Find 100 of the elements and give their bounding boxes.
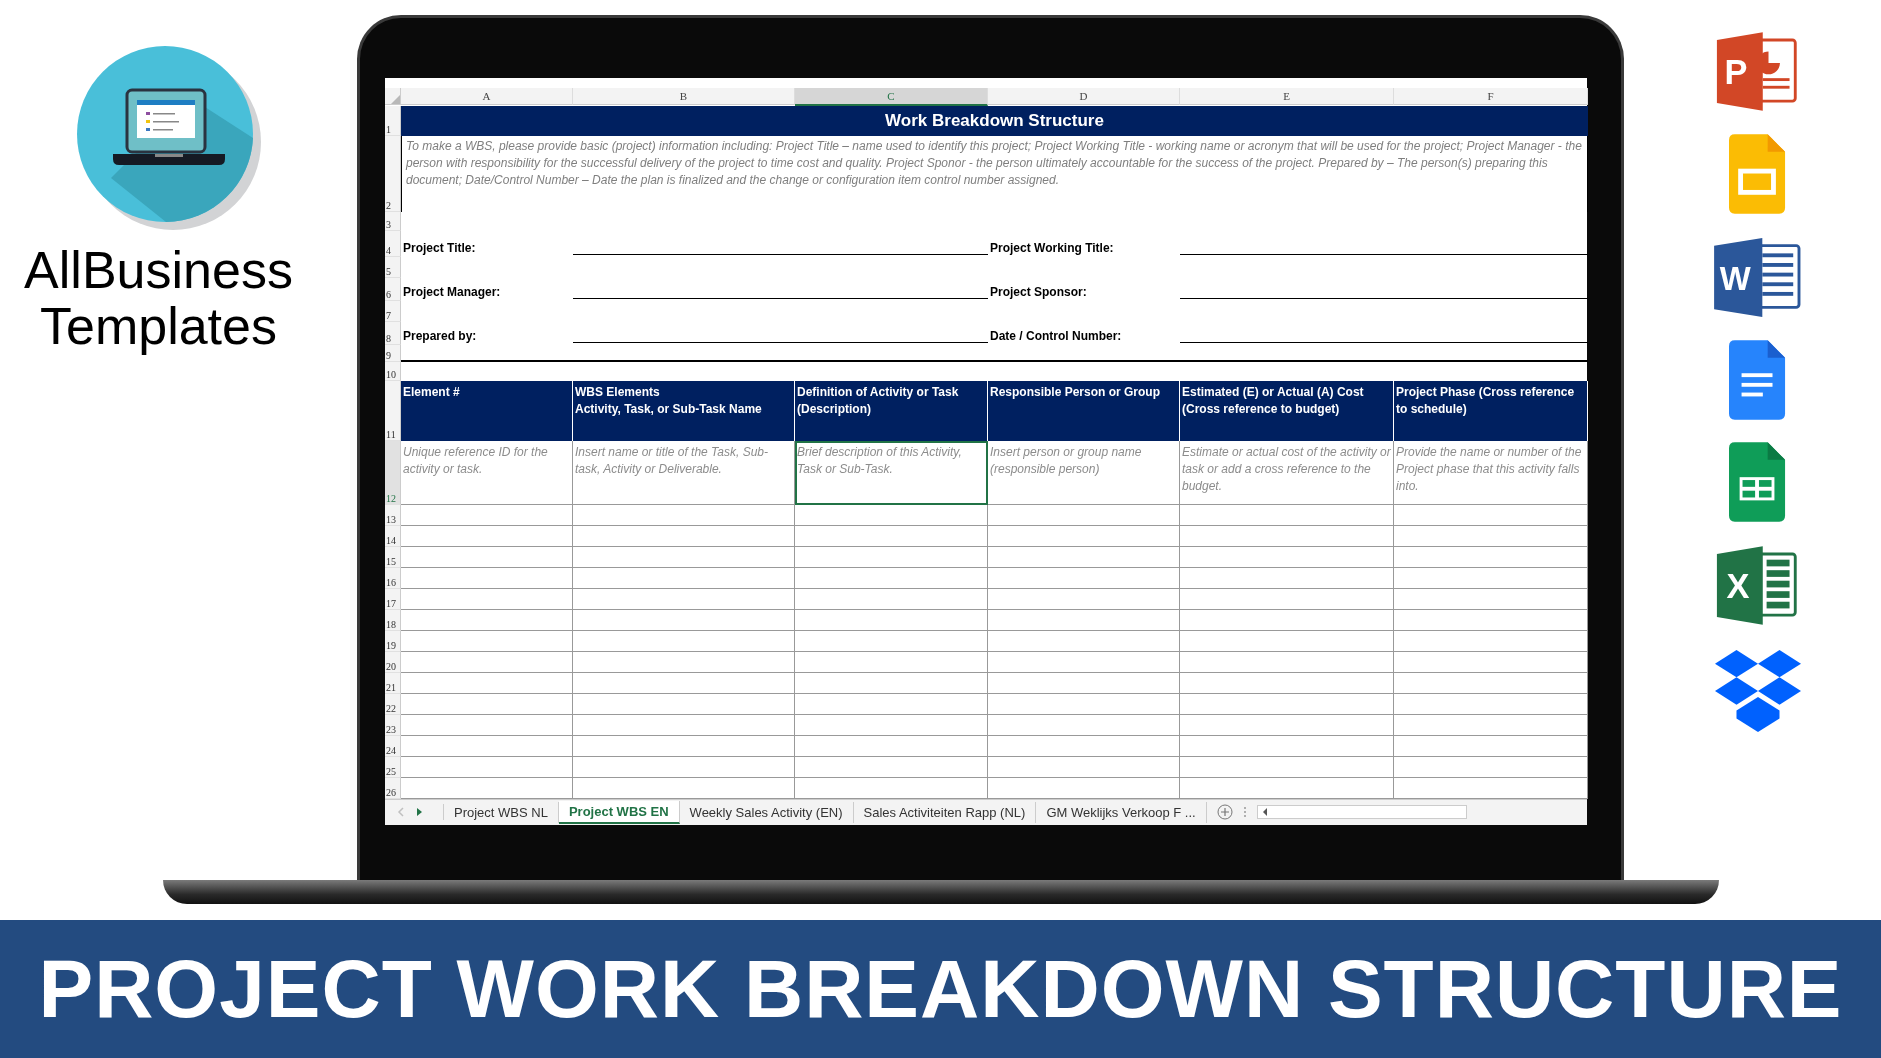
table-cell[interactable]	[401, 673, 573, 694]
table-cell[interactable]	[988, 547, 1180, 568]
table-cell[interactable]	[988, 673, 1180, 694]
sheet-tab[interactable]: Project WBS NL	[444, 801, 559, 823]
table-cell[interactable]	[795, 526, 988, 547]
table-cell[interactable]	[401, 757, 573, 778]
table-cell[interactable]	[573, 757, 795, 778]
previous-sheet-icon[interactable]	[397, 807, 405, 817]
table-cell[interactable]	[1180, 547, 1394, 568]
table-cell[interactable]	[1394, 526, 1588, 547]
column-header[interactable]: C	[795, 88, 988, 106]
table-cell[interactable]	[1180, 589, 1394, 610]
table-cell[interactable]	[988, 505, 1180, 526]
table-cell[interactable]	[401, 589, 573, 610]
table-cell[interactable]	[988, 568, 1180, 589]
table-cell[interactable]	[1180, 736, 1394, 757]
table-cell[interactable]	[401, 505, 573, 526]
table-cell[interactable]	[401, 526, 573, 547]
table-cell[interactable]	[795, 652, 988, 673]
table-cell[interactable]	[1394, 757, 1588, 778]
table-cell[interactable]	[1180, 526, 1394, 547]
table-cell[interactable]	[401, 694, 573, 715]
table-cell[interactable]	[401, 715, 573, 736]
table-cell[interactable]	[573, 652, 795, 673]
table-cell[interactable]	[401, 610, 573, 631]
sheet-tab[interactable]: Sales Activiteiten Rapp (NL)	[853, 801, 1037, 823]
table-cell[interactable]	[1180, 694, 1394, 715]
table-cell[interactable]	[795, 610, 988, 631]
table-cell[interactable]	[988, 526, 1180, 547]
sheet-tab[interactable]: Project WBS EN	[558, 800, 680, 824]
table-cell[interactable]	[1394, 673, 1588, 694]
table-cell[interactable]	[988, 589, 1180, 610]
sheet-tab[interactable]: GM Weklijks Verkoop F ...	[1036, 801, 1207, 823]
table-cell[interactable]	[1394, 736, 1588, 757]
table-cell[interactable]	[1394, 610, 1588, 631]
table-cell[interactable]	[988, 652, 1180, 673]
table-cell[interactable]	[988, 736, 1180, 757]
table-cell[interactable]	[795, 694, 988, 715]
table-cell[interactable]	[573, 526, 795, 547]
table-cell[interactable]	[795, 547, 988, 568]
sheet-tab[interactable]: Weekly Sales Activity (EN)	[679, 801, 854, 823]
table-cell[interactable]: Brief description of this Activity, Task or Sub-Task.	[795, 441, 988, 505]
horizontal-scrollbar[interactable]	[1256, 805, 1467, 819]
table-cell[interactable]	[988, 694, 1180, 715]
table-cell[interactable]	[1394, 631, 1588, 652]
table-cell[interactable]	[795, 673, 988, 694]
table-cell[interactable]	[573, 673, 795, 694]
column-header[interactable]: E	[1180, 88, 1394, 105]
table-cell[interactable]	[795, 568, 988, 589]
table-cell[interactable]	[573, 631, 795, 652]
table-cell[interactable]	[988, 715, 1180, 736]
table-cell[interactable]	[573, 694, 795, 715]
table-cell[interactable]	[795, 589, 988, 610]
table-cell[interactable]	[1394, 652, 1588, 673]
table-cell[interactable]	[1394, 715, 1588, 736]
table-cell[interactable]	[1180, 715, 1394, 736]
table-cell[interactable]	[401, 547, 573, 568]
table-cell[interactable]	[1394, 568, 1588, 589]
table-cell[interactable]	[988, 757, 1180, 778]
table-cell[interactable]	[573, 568, 795, 589]
table-cell[interactable]	[401, 568, 573, 589]
table-cell[interactable]	[573, 736, 795, 757]
table-cell[interactable]	[1180, 505, 1394, 526]
table-cell[interactable]	[1180, 652, 1394, 673]
table-cell[interactable]	[1180, 610, 1394, 631]
table-cell[interactable]	[573, 547, 795, 568]
column-header[interactable]: F	[1394, 88, 1588, 105]
more-options-icon[interactable]	[1242, 806, 1247, 818]
table-cell[interactable]	[988, 631, 1180, 652]
table-cell[interactable]	[795, 505, 988, 526]
column-header[interactable]: A	[401, 88, 573, 105]
table-cell[interactable]	[573, 715, 795, 736]
table-cell[interactable]	[795, 631, 988, 652]
table-cell[interactable]	[1180, 631, 1394, 652]
table-cell[interactable]	[1394, 505, 1588, 526]
table-cell[interactable]	[573, 505, 795, 526]
table-cell[interactable]	[1180, 568, 1394, 589]
table-cell[interactable]: Insert person or group name (responsible person)	[988, 441, 1180, 505]
table-cell[interactable]	[401, 631, 573, 652]
table-cell[interactable]: Provide the name or number of the Project phase that this activity falls into.	[1394, 441, 1588, 505]
table-cell[interactable]	[795, 715, 988, 736]
table-cell[interactable]	[795, 736, 988, 757]
select-all-icon[interactable]	[391, 95, 400, 104]
table-cell[interactable]	[401, 652, 573, 673]
column-header[interactable]: D	[988, 88, 1180, 105]
table-cell[interactable]	[573, 589, 795, 610]
table-cell[interactable]	[795, 757, 988, 778]
table-cell[interactable]	[1180, 757, 1394, 778]
table-cell[interactable]	[1394, 694, 1588, 715]
table-cell[interactable]	[573, 610, 795, 631]
table-cell[interactable]: Estimate or actual cost of the activity or task or add a cross reference to the budget.	[1180, 441, 1394, 505]
table-cell[interactable]: Insert name or title of the Task, Sub-task, Activity or Deliverable.	[573, 441, 795, 505]
table-cell[interactable]	[1394, 589, 1588, 610]
table-cell[interactable]	[401, 736, 573, 757]
table-cell[interactable]: Unique reference ID for the activity or task.	[401, 441, 573, 505]
table-cell[interactable]	[988, 610, 1180, 631]
next-sheet-icon[interactable]	[415, 807, 423, 817]
column-header[interactable]: B	[573, 88, 795, 105]
table-cell[interactable]	[1180, 673, 1394, 694]
add-sheet-icon[interactable]	[1216, 804, 1233, 820]
